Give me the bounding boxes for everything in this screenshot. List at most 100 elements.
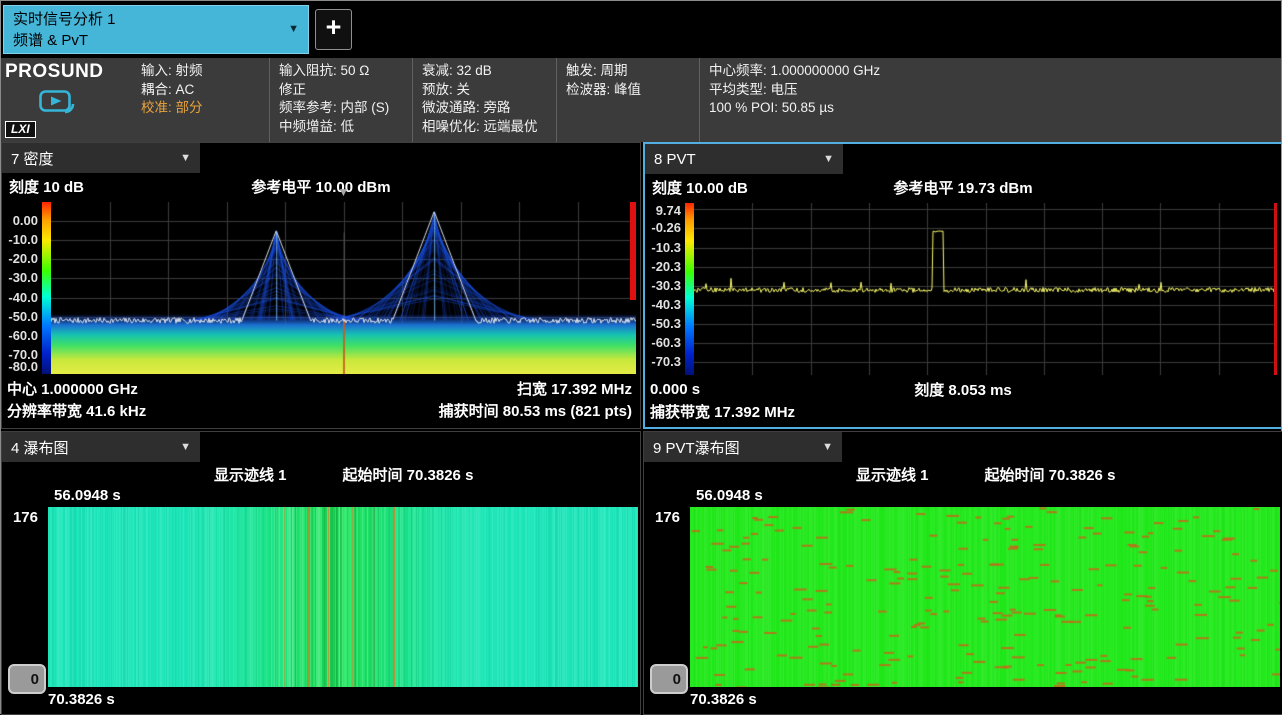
status-line: 频率参考: 内部 (S)	[279, 99, 406, 118]
status-line: 输入: 射频	[141, 62, 263, 81]
status-columns: 输入: 射频耦合: AC校准: 部分输入阻抗: 50 Ω修正频率参考: 内部 (…	[132, 58, 1281, 142]
density-scale-label: 刻度 10 dB	[9, 176, 84, 197]
panel-pvt: 8 PVT ▼ 刻度 10.00 dB 参考电平 19.73 dBm 9.74 -…	[643, 142, 1282, 429]
status-line: 触发: 周期	[566, 62, 693, 81]
pvt-waterfall-plot-row: 176	[644, 507, 1282, 687]
y-axis-tick: -40.0	[8, 290, 38, 305]
density-colorbar	[42, 202, 51, 374]
y-axis-tick: -30.0	[8, 270, 38, 285]
pvt-start-time-readout: 0.000 s	[650, 381, 700, 398]
waterfall-spectrogram[interactable]	[48, 507, 638, 687]
pvt-waterfall-start-time-label: 起始时间 70.3826 s	[985, 464, 1116, 485]
density-view-label: 7 密度	[11, 148, 54, 169]
lxi-badge: LXI	[5, 121, 36, 138]
waterfall-view-dropdown[interactable]: 4 瀑布图 ▼	[2, 432, 200, 462]
top-bar: 实时信号分析 1 频谱 & PvT ▼ +	[1, 1, 1281, 58]
pvt-waterfall-scroll-position[interactable]: 0	[650, 664, 688, 694]
pvt-waterfall-title-bar: 9 PVT瀑布图 ▼	[644, 432, 1282, 462]
status-line: 100 % POI: 50.85 µs	[709, 99, 1275, 118]
y-axis-tick: -80.0	[8, 359, 38, 374]
red-indicator-line	[1274, 203, 1277, 375]
status-line: 衰减: 32 dB	[422, 62, 550, 81]
trigger-marker-icon[interactable]: ▼	[338, 185, 350, 199]
pvt-waterfall-info-row: 显示迹线 1 起始时间 70.3826 s	[644, 462, 1282, 487]
chevron-down-icon: ▼	[180, 152, 191, 164]
capture-time-readout: 捕获时间 80.53 ms (821 pts)	[439, 400, 632, 421]
analysis-selector-line2: 频谱 & PvT	[13, 30, 116, 51]
density-spectrum-plot[interactable]	[51, 202, 636, 374]
rbw-readout: 分辨率带宽 41.6 kHz	[7, 400, 146, 421]
waterfall-scroll-position[interactable]: 0	[8, 664, 46, 694]
header-column-1: 输入: 射频耦合: AC校准: 部分	[132, 58, 269, 142]
pvt-info-row: 刻度 10.00 dB 参考电平 19.73 dBm	[645, 174, 1281, 200]
pvt-waterfall-spectrogram[interactable]	[690, 507, 1280, 687]
header-column-2: 输入阻抗: 50 Ω修正频率参考: 内部 (S)中频增益: 低	[269, 58, 412, 142]
waterfall-info-row: 显示迹线 1 起始时间 70.3826 s	[2, 462, 640, 487]
span-readout: 扫宽 17.392 MHz	[517, 378, 632, 399]
waterfall-plot-row: 176	[2, 507, 640, 687]
pvt-waterfall-view-dropdown[interactable]: 9 PVT瀑布图 ▼	[644, 432, 842, 462]
status-line: 预放: 关	[422, 81, 550, 100]
pvt-scale-label: 刻度 10.00 dB	[652, 177, 748, 198]
analysis-selector-text: 实时信号分析 1 频谱 & PvT	[13, 9, 116, 51]
y-axis-tick: -50.0	[8, 309, 38, 324]
y-axis-tick: 0.00	[13, 213, 38, 228]
pvt-title-bar: 8 PVT ▼	[645, 144, 1281, 174]
status-header: PROSUND LXI 输入: 射频耦合: AC校准: 部分输入阻抗: 50 Ω…	[1, 58, 1281, 142]
status-line: 输入阻抗: 50 Ω	[279, 62, 406, 81]
y-axis-tick: -20.3	[651, 259, 681, 274]
y-axis-tick: -60.0	[8, 328, 38, 343]
density-title-bar: 7 密度 ▼	[2, 143, 640, 173]
brand-logo: PROSUND	[5, 61, 132, 83]
density-view-dropdown[interactable]: 7 密度 ▼	[2, 143, 200, 173]
status-line: 校准: 部分	[141, 99, 263, 118]
waterfall-title-bar: 4 瀑布图 ▼	[2, 432, 640, 462]
waterfall-row-count: 176	[2, 507, 48, 687]
chevron-down-icon: ▼	[823, 153, 834, 165]
pvt-waterfall-view-label: 9 PVT瀑布图	[653, 437, 740, 458]
analysis-selector-dropdown[interactable]: 实时信号分析 1 频谱 & PvT ▼	[3, 5, 309, 54]
header-column-5: 中心频率: 1.000000000 GHz平均类型: 电压100 % POI: …	[699, 58, 1281, 142]
pvt-view-label: 8 PVT	[654, 151, 696, 168]
chevron-down-icon: ▼	[822, 441, 833, 453]
panel-density: 7 密度 ▼ 刻度 10 dB 参考电平 10.00 dBm 0.00-10.0…	[1, 142, 641, 429]
analyzer-screen: 实时信号分析 1 频谱 & PvT ▼ + PROSUND LXI 输入: 射频…	[0, 0, 1282, 714]
density-ref-level-label: 参考电平 10.00 dBm	[251, 176, 390, 197]
y-axis-tick: -10.3	[651, 240, 681, 255]
waterfall-bottom-time: 70.3826 s	[2, 687, 640, 711]
density-plot-area: ▼	[51, 202, 636, 374]
pvt-trace-plot[interactable]	[694, 203, 1277, 375]
pvt-ref-level-label: 参考电平 19.73 dBm	[893, 177, 1032, 198]
chevron-down-icon: ▼	[288, 22, 299, 37]
header-column-4: 触发: 周期检波器: 峰值	[556, 58, 699, 142]
brand-block: PROSUND LXI	[1, 58, 132, 142]
center-frequency-readout: 中心 1.000000 GHz	[7, 378, 138, 399]
display-grid: 7 密度 ▼ 刻度 10 dB 参考电平 10.00 dBm 0.00-10.0…	[1, 142, 1281, 715]
pvt-waterfall-trace-label: 显示迹线 1	[856, 464, 929, 485]
panel-pvt-waterfall: 9 PVT瀑布图 ▼ 显示迹线 1 起始时间 70.3826 s 56.0948…	[643, 431, 1282, 715]
pvt-y-axis: 9.74-0.26-10.3-20.3-30.3-40.3-50.3-60.3-…	[645, 203, 685, 375]
status-line: 相噪优化: 远端最优	[422, 118, 550, 137]
pvt-waterfall-bottom-time: 70.3826 s	[644, 687, 1282, 711]
pvt-waterfall-row-count: 176	[644, 507, 690, 687]
pvt-colorbar	[685, 203, 694, 375]
pvt-view-dropdown[interactable]: 8 PVT ▼	[645, 144, 843, 174]
status-line: 微波通路: 旁路	[422, 99, 550, 118]
display-capture-icon[interactable]	[39, 90, 132, 122]
status-line: 中心频率: 1.000000000 GHz	[709, 62, 1275, 81]
y-axis-tick: -40.3	[651, 297, 681, 312]
waterfall-trace-label: 显示迹线 1	[214, 464, 287, 485]
y-axis-tick: 9.74	[656, 203, 681, 218]
status-line: 中频增益: 低	[279, 118, 406, 137]
y-axis-tick: -60.3	[651, 335, 681, 350]
density-y-axis: 0.00-10.0-20.0-30.0-40.0-50.0-60.0-70.0-…	[2, 202, 42, 374]
pvt-capture-bandwidth-readout: 捕获带宽 17.392 MHz	[650, 401, 795, 422]
density-info-row: 刻度 10 dB 参考电平 10.00 dBm	[2, 173, 640, 199]
density-readouts: 中心 1.000000 GHz 扫宽 17.392 MHz 分辨率带宽 41.6…	[2, 377, 640, 421]
waterfall-view-label: 4 瀑布图	[11, 437, 69, 458]
header-column-3: 衰减: 32 dB预放: 关微波通路: 旁路相噪优化: 远端最优	[412, 58, 556, 142]
chevron-down-icon: ▼	[180, 441, 191, 453]
status-line: 修正	[279, 81, 406, 100]
add-display-button[interactable]: +	[315, 9, 352, 50]
status-line: 平均类型: 电压	[709, 81, 1275, 100]
